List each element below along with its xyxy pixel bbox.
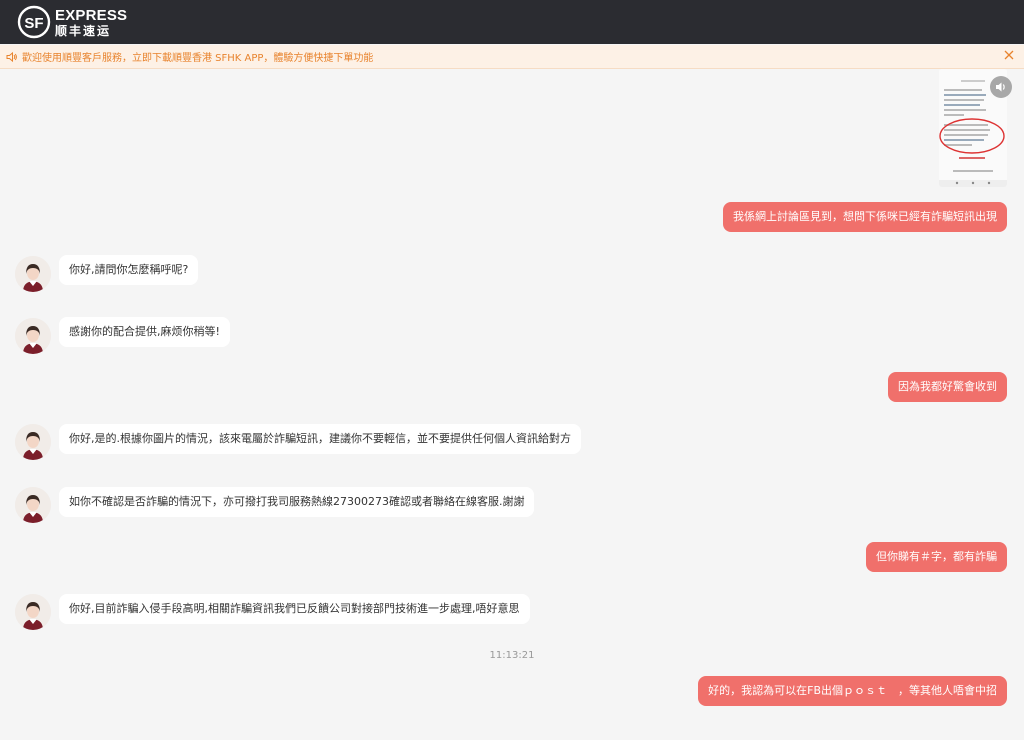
agent-avatar [15, 318, 51, 354]
agent-avatar [15, 256, 51, 292]
sound-toggle-button[interactable] [990, 76, 1012, 98]
message-timestamp: 11:13:21 [489, 650, 535, 661]
agent-avatar-image [15, 594, 51, 630]
sf-express-logo[interactable]: SF EXPRESS 顺丰速运 [17, 5, 127, 39]
sf-logo-icon: SF [17, 5, 51, 39]
agent-message[interactable]: 感謝你的配合提供,麻烦你稍等! [59, 317, 230, 347]
agent-avatar-image [15, 318, 51, 354]
logo-chinese-text: 顺丰速运 [55, 23, 112, 38]
top-header: SF EXPRESS 顺丰速运 [0, 0, 1024, 44]
logo-english-text: EXPRESS [55, 6, 128, 24]
speaker-icon [6, 51, 17, 62]
user-message[interactable]: 但你睇有＃字，都有詐騙 [866, 542, 1007, 572]
user-message[interactable]: 好的，我認為可以在FB出個ｐｏｓｔ ，等其他人唔會中招 [698, 676, 1007, 706]
agent-message[interactable]: 你好,請問你怎麼稱呼呢? [59, 255, 199, 285]
chat-message-list[interactable]: 我係網上討論區見到，想問下係咪已經有詐騙短訊出現 你好,請問你怎麼稱呼呢? 感謝… [0, 69, 1024, 740]
agent-message[interactable]: 你好,是的.根據你圖片的情況，該來電屬於詐騙短訊，建議你不要輕信，並不要提供任何… [59, 424, 581, 454]
agent-avatar [15, 424, 51, 460]
close-icon[interactable] [1002, 49, 1016, 63]
agent-avatar-image [15, 424, 51, 460]
agent-avatar-image [15, 487, 51, 523]
agent-message[interactable]: 你好,目前詐騙入侵手段高明,相關詐騙資訊我們已反饋公司對接部門技術進一步處理,唔… [59, 594, 530, 624]
speaker-icon [996, 82, 1005, 92]
svg-text:SF: SF [24, 15, 43, 32]
agent-avatar [15, 594, 51, 630]
agent-message[interactable]: 如你不確認是否詐騙的情況下，亦可撥打我司服務熱線27300273確認或者聯絡在線… [59, 487, 535, 517]
agent-avatar-image [15, 256, 51, 292]
agent-avatar [15, 487, 51, 523]
announcement-text: 歡迎使用順豐客戶服務，立即下載順豐香港 SFHK APP，體驗方便快捷下單功能 [22, 53, 374, 64]
user-message[interactable]: 我係網上討論區見到，想問下係咪已經有詐騙短訊出現 [723, 202, 1007, 232]
announcement-bar: 歡迎使用順豐客戶服務，立即下載順豐香港 SFHK APP，體驗方便快捷下單功能 [0, 45, 1024, 69]
user-message[interactable]: 因為我都好驚會收到 [888, 372, 1007, 402]
